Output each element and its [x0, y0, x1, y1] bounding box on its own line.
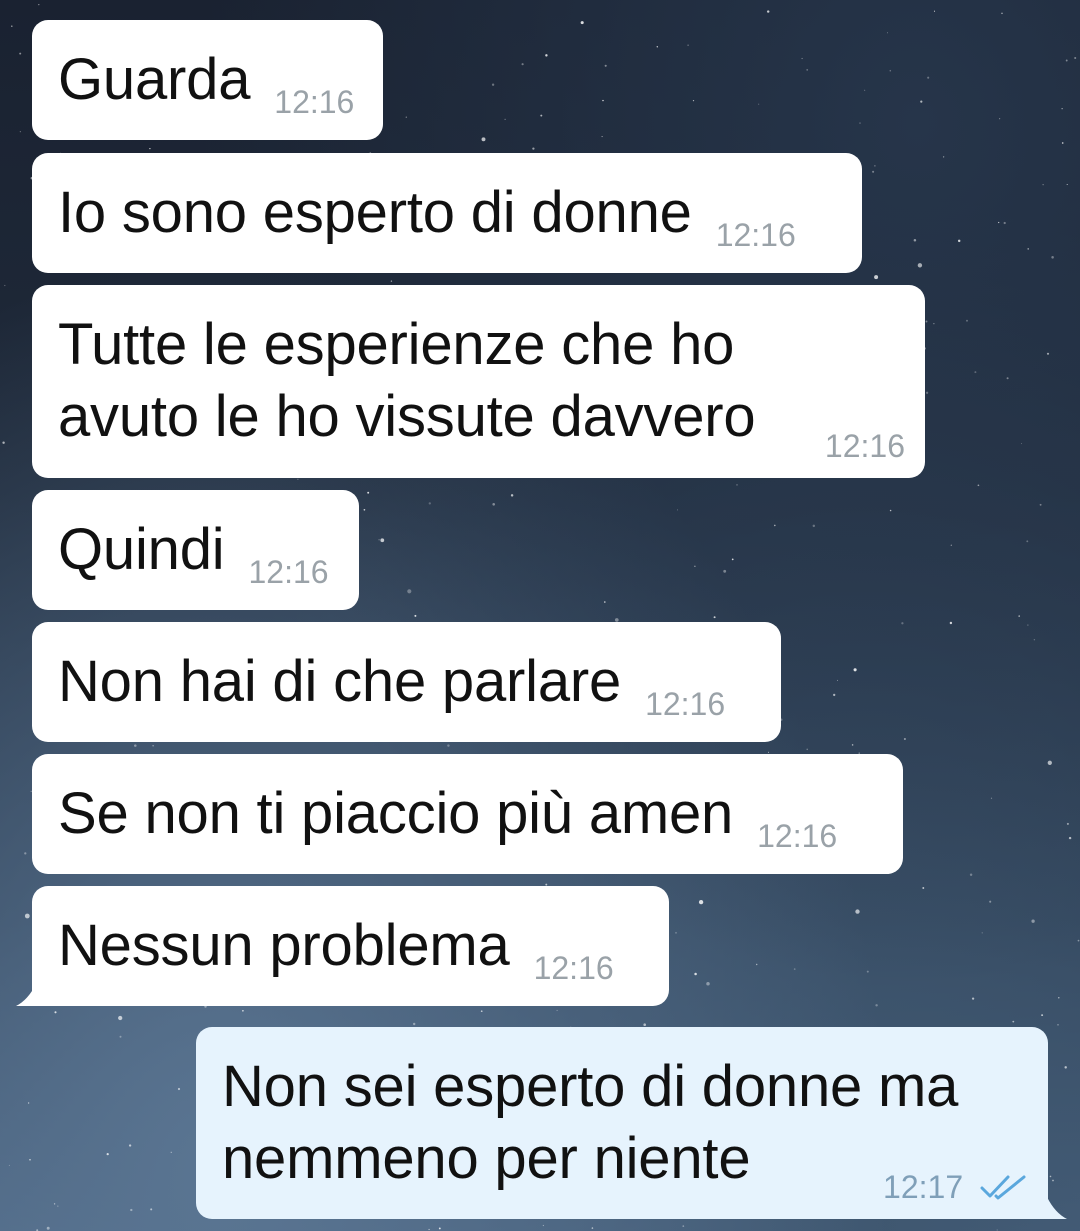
incoming-message[interactable]: Tutte le esperienze che ho avuto le ho v… [32, 285, 925, 478]
message-text: Io sono esperto di donne [58, 180, 692, 245]
message-text: Guarda [58, 47, 251, 112]
bubble-tail-outgoing [1047, 1197, 1067, 1219]
message-timestamp: 12:16 [274, 84, 355, 120]
incoming-message[interactable]: Quindi 12:16 [32, 490, 359, 610]
outgoing-message[interactable]: Non sei esperto di donne ma nemmeno per … [196, 1027, 1048, 1219]
incoming-message[interactable]: Non hai di che parlare 12:16 [32, 622, 781, 742]
message-timestamp: 12:16 [757, 818, 838, 854]
message-text: Nessun problema [58, 913, 510, 978]
double-check-read-icon [980, 1175, 1026, 1200]
incoming-message[interactable]: Nessun problema 12:16 [32, 886, 669, 1006]
message-text: Non hai di che parlare [58, 649, 622, 714]
chat-message-list[interactable]: Guarda 12:16 Io sono esperto di donne 12:1… [0, 0, 1080, 1231]
incoming-message[interactable]: Se non ti piaccio più amen 12:16 [32, 754, 903, 874]
incoming-message[interactable]: Io sono esperto di donne 12:16 [32, 153, 862, 273]
message-text: Quindi [58, 517, 225, 582]
message-timestamp: 12:16 [645, 686, 726, 722]
message-timestamp: 12:16 [824, 428, 905, 464]
message-timestamp: 12:16 [248, 554, 329, 590]
message-timestamp: 12:17 [883, 1169, 964, 1205]
message-timestamp: 12:16 [715, 217, 796, 253]
incoming-message[interactable]: Guarda 12:16 [32, 20, 383, 140]
message-timestamp: 12:16 [533, 950, 614, 986]
message-text: Se non ti piaccio più amen [58, 781, 734, 846]
message-status: 12:17 [883, 1171, 1028, 1203]
bubble-tail-incoming [16, 984, 36, 1006]
message-text: Tutte le esperienze che ho avuto le ho v… [58, 312, 756, 449]
